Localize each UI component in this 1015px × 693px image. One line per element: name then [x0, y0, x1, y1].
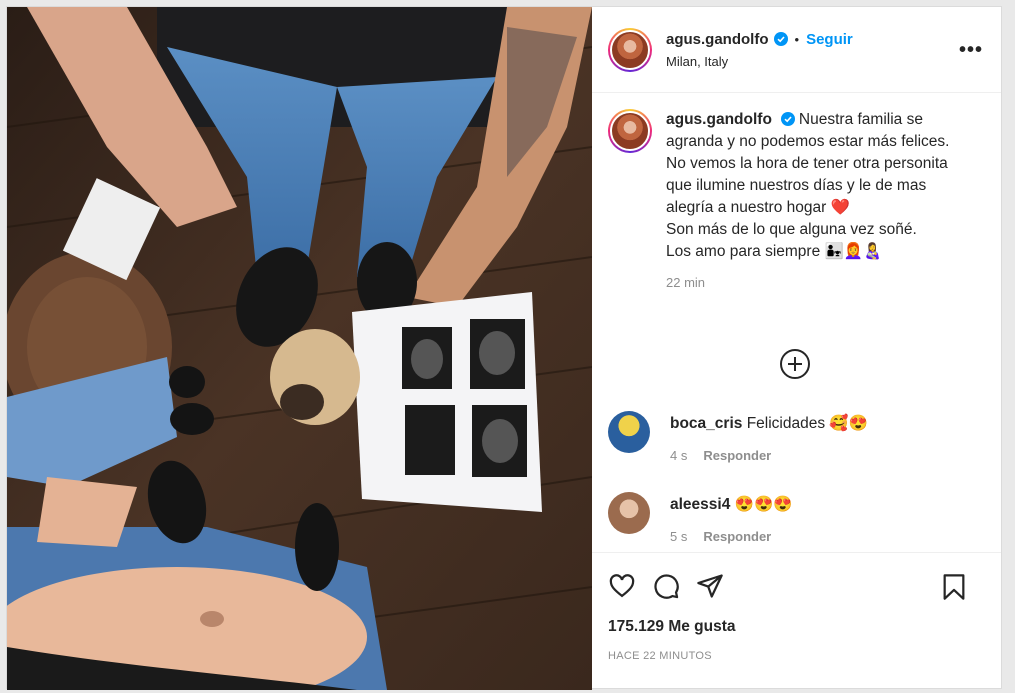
instagram-post: agus.gandolfo • Seguir Milan, Italy ••• … [6, 6, 1002, 690]
comment-meta: 5 s Responder [670, 529, 793, 544]
comment-icon[interactable] [652, 572, 680, 600]
comment-body: Felicidades 🥰😍 [746, 415, 869, 432]
comment-body: 😍😍😍 [734, 496, 793, 513]
comment-avatar[interactable] [608, 411, 650, 453]
more-icon[interactable]: ••• [959, 39, 983, 62]
share-icon[interactable] [696, 572, 724, 600]
follow-button[interactable]: Seguir [806, 31, 853, 48]
save-icon[interactable] [941, 573, 967, 601]
verified-icon [780, 112, 795, 126]
comment-item: boca_cris Felicidades 🥰😍 4 s Responder [608, 411, 868, 463]
comment-item: aleessi4 😍😍😍 5 s Responder [608, 492, 793, 544]
post-side-panel: agus.gandolfo • Seguir Milan, Italy ••• … [592, 7, 1001, 688]
likes-count[interactable]: 175.129 Me gusta [592, 618, 1001, 646]
posted-time[interactable]: HACE 22 MINUTOS [592, 646, 1001, 688]
comment-meta: 4 s Responder [670, 448, 868, 463]
verified-icon [773, 32, 788, 46]
reply-button[interactable]: Responder [703, 448, 771, 463]
like-icon[interactable] [608, 572, 636, 600]
heart-emoji: ❤️ [830, 199, 850, 216]
caption-line-3: Los amo para siempre 👨‍👧👩‍🦰👩‍🍼 [666, 243, 883, 260]
comment-avatar[interactable] [608, 492, 650, 534]
caption-text: agus.gandolfo Nuestra familia se agranda … [666, 109, 956, 263]
photo-illustration [7, 7, 592, 690]
add-comment-icon[interactable] [780, 349, 810, 379]
post-header: agus.gandolfo • Seguir Milan, Italy ••• [592, 7, 1001, 93]
author-line: agus.gandolfo • Seguir [666, 31, 853, 48]
caption-avatar[interactable] [608, 109, 652, 153]
author-avatar[interactable] [608, 27, 652, 72]
reply-button[interactable]: Responder [703, 529, 771, 544]
caption: agus.gandolfo Nuestra familia se agranda … [608, 109, 985, 290]
caption-username[interactable]: agus.gandolfo [666, 111, 772, 128]
comments-area: agus.gandolfo Nuestra familia se agranda … [592, 93, 1001, 552]
comment-text: boca_cris Felicidades 🥰😍 [670, 413, 868, 435]
caption-time: 22 min [666, 275, 706, 290]
author-username[interactable]: agus.gandolfo [666, 31, 769, 48]
action-bar [592, 552, 1001, 618]
comment-time: 4 s [670, 448, 688, 463]
comment-time: 5 s [670, 529, 688, 544]
comment-username[interactable]: boca_cris [670, 415, 742, 432]
comment-username[interactable]: aleessi4 [670, 496, 730, 513]
post-photo[interactable] [7, 7, 592, 690]
post-location[interactable]: Milan, Italy [666, 54, 853, 69]
comment-text: aleessi4 😍😍😍 [670, 494, 793, 516]
author-meta: agus.gandolfo • Seguir Milan, Italy [666, 31, 853, 69]
separator-dot: • [794, 31, 800, 47]
caption-line-2: Son más de lo que alguna vez soñé. [666, 221, 917, 238]
